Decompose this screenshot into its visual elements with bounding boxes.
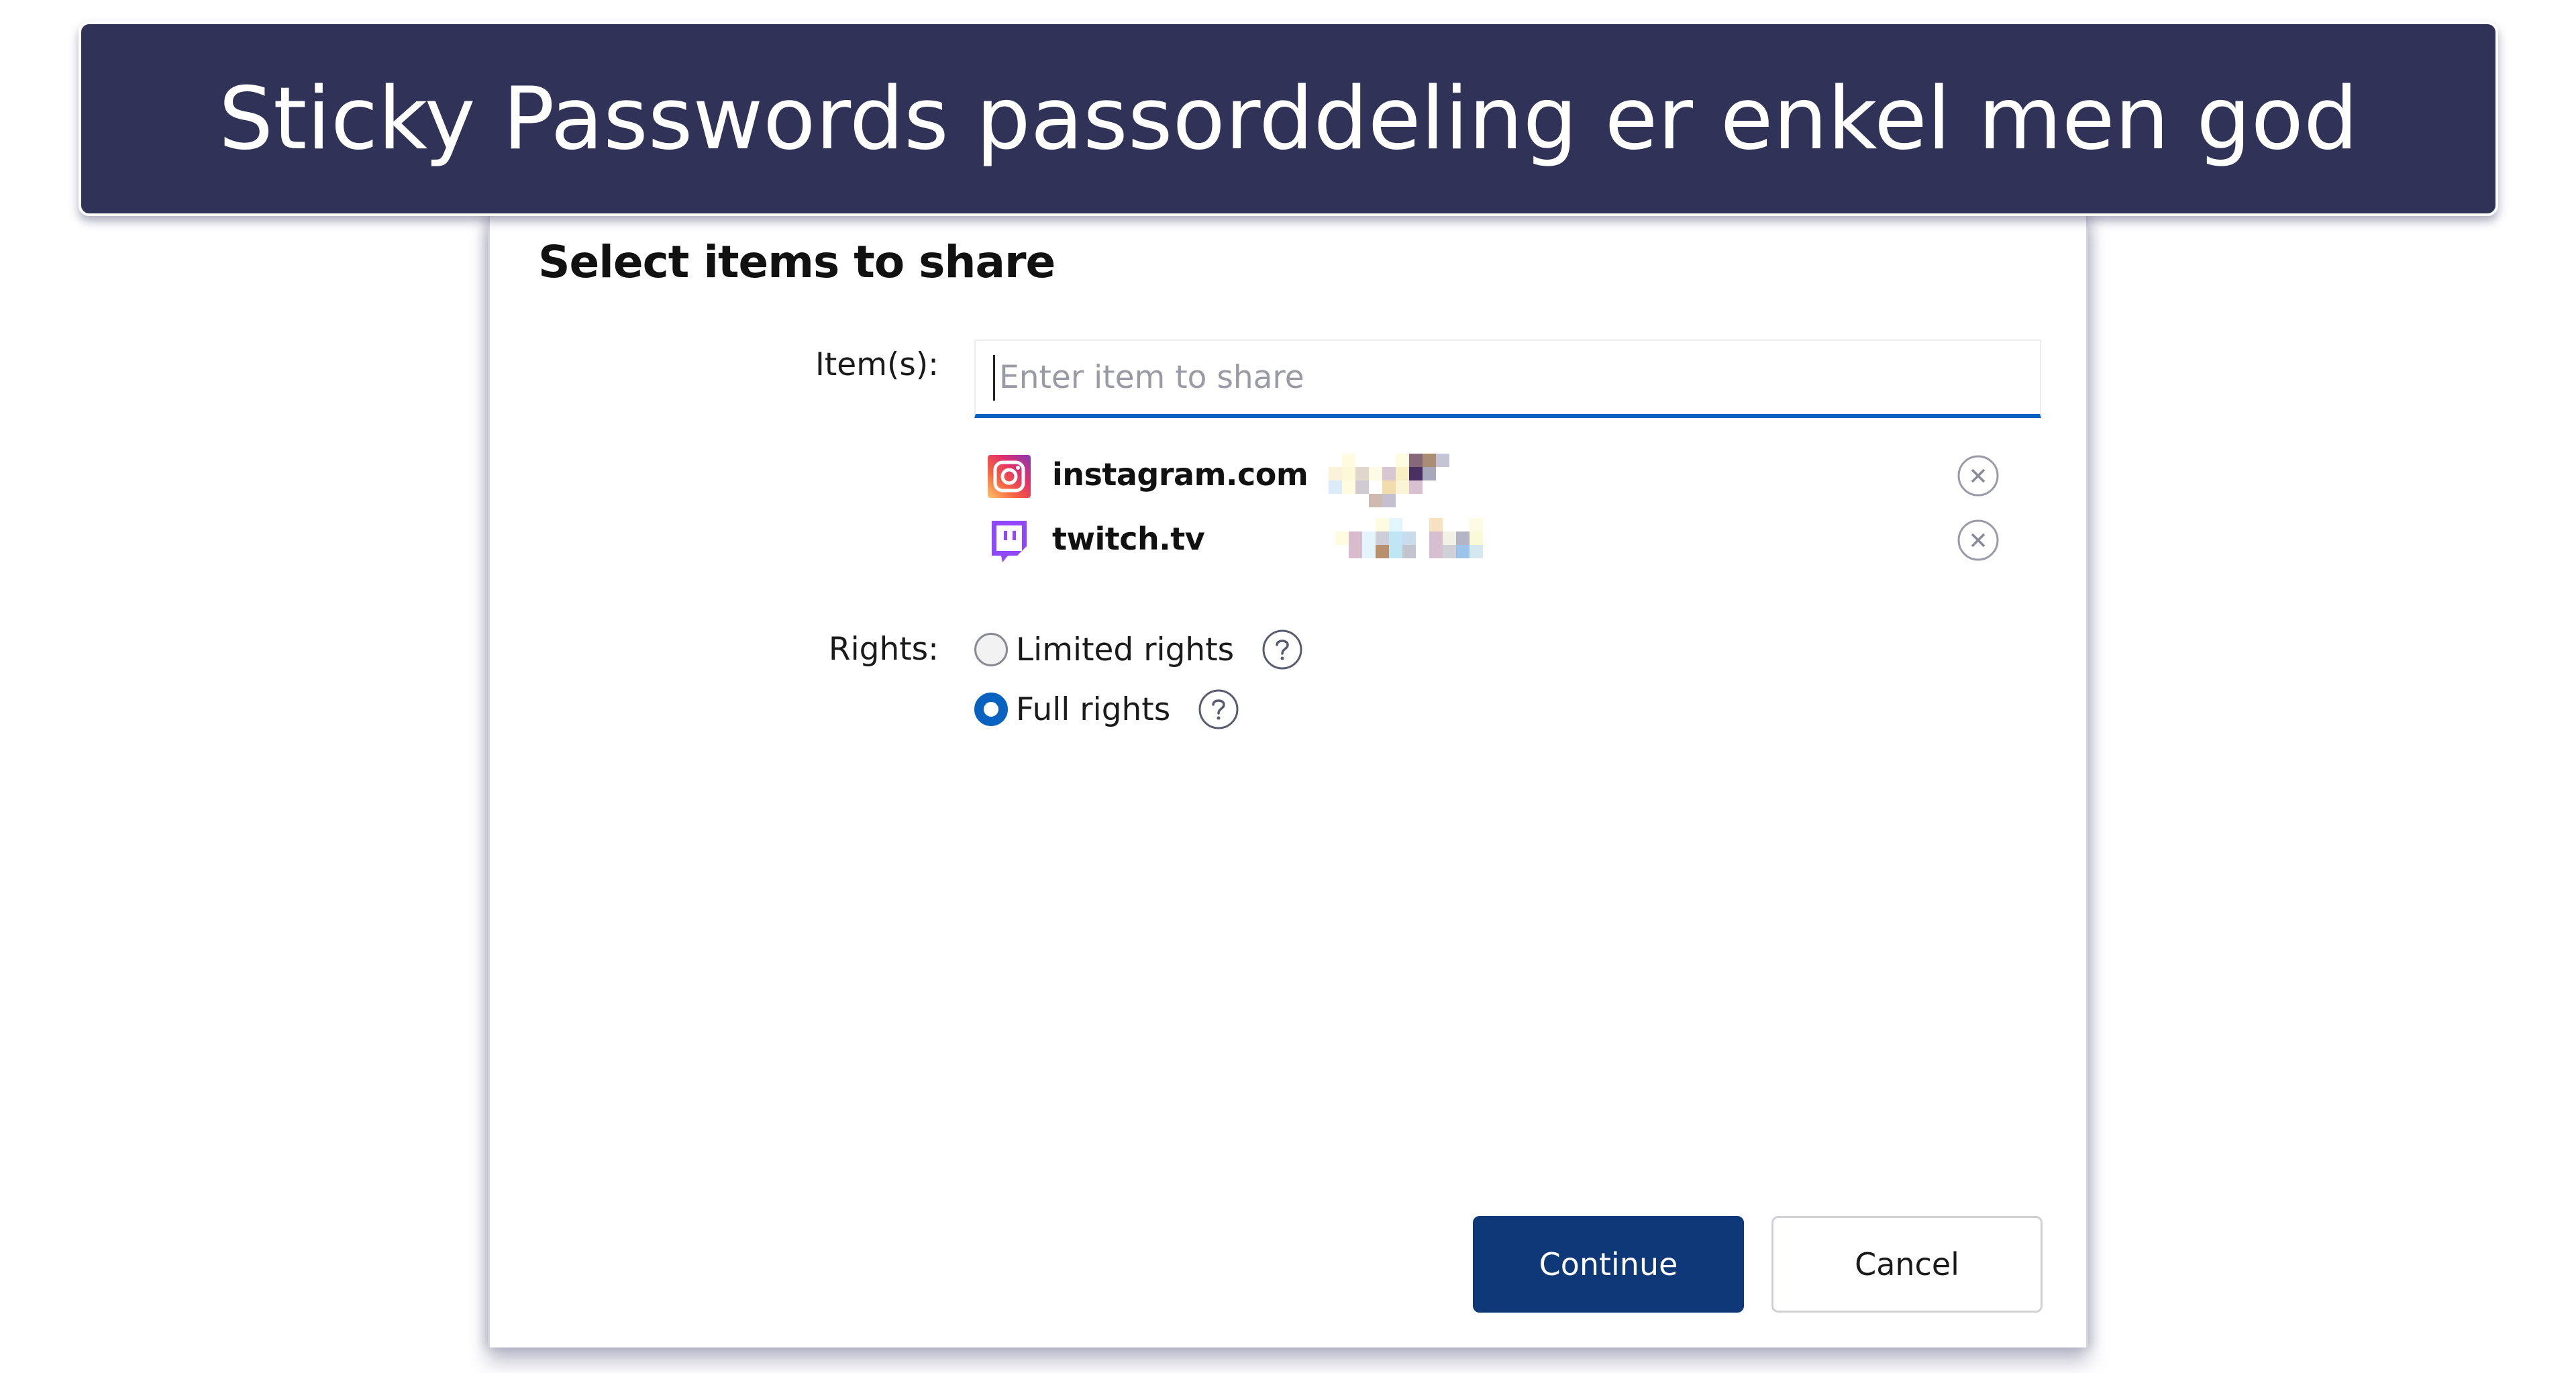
remove-item-button[interactable]: [1956, 454, 2000, 498]
item-name: instagram.com: [1052, 456, 1308, 493]
pixelated-username: [1315, 515, 1483, 572]
items-label: Item(s):: [815, 346, 939, 383]
radio-label: Limited rights: [1016, 631, 1235, 668]
radio-label: Full rights: [1016, 691, 1171, 728]
pixelated-username: [1315, 451, 1476, 507]
items-input[interactable]: [999, 359, 2006, 396]
selected-item-row: instagram.com: [988, 454, 2055, 507]
banner-title: Sticky Passwords passorddeling er enkel …: [218, 68, 2359, 169]
item-name: twitch.tv: [1052, 521, 1205, 557]
share-items-dialog: Select items to share Item(s): Enter ite…: [488, 213, 2088, 1347]
remove-item-button[interactable]: [1956, 518, 2000, 562]
twitch-icon: [992, 521, 1027, 562]
question-circle-icon[interactable]: [1197, 688, 1240, 731]
continue-button[interactable]: Continue: [1473, 1216, 1744, 1313]
caption-banner: Sticky Passwords passorddeling er enkel …: [79, 21, 2498, 216]
text-caret: [993, 354, 995, 401]
question-circle-icon[interactable]: [1261, 628, 1304, 671]
radio-limited-rights[interactable]: Limited rights: [974, 628, 1304, 671]
radio-button-selected[interactable]: [974, 693, 1008, 726]
radio-full-rights[interactable]: Full rights: [974, 688, 1240, 731]
rights-label: Rights:: [828, 631, 939, 668]
selected-item-row: twitch.tv: [988, 518, 2055, 565]
instagram-icon: [988, 455, 1031, 498]
radio-button[interactable]: [974, 633, 1008, 666]
items-input-container[interactable]: [974, 340, 2041, 418]
screenshot-stage: Select items to share Item(s): Enter ite…: [0, 0, 2576, 1373]
cancel-button[interactable]: Cancel: [1771, 1216, 2043, 1313]
dialog-title: Select items to share: [538, 236, 1055, 288]
